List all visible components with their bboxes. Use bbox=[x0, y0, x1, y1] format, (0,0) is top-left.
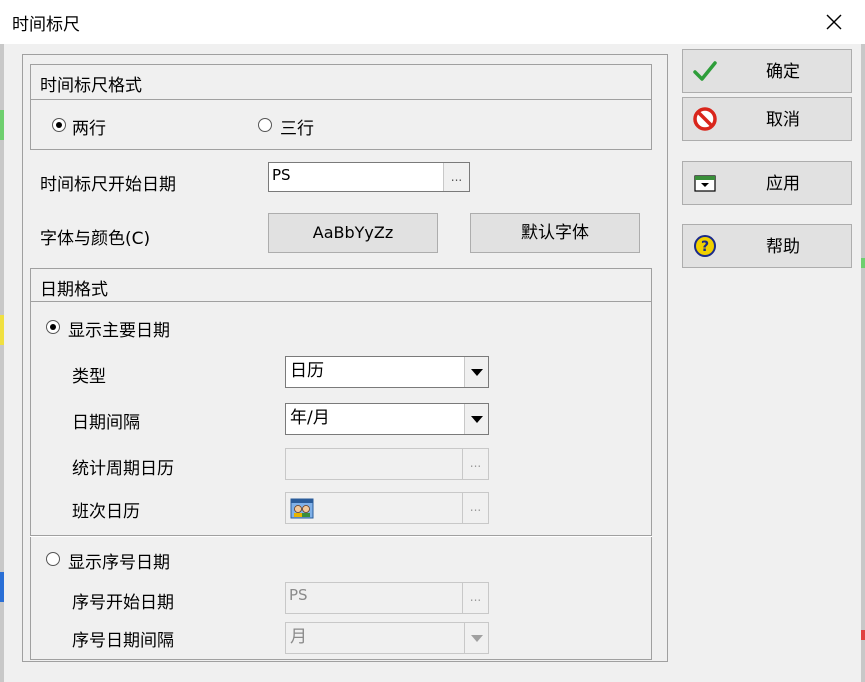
shift-calendar-label: 班次日历 bbox=[72, 502, 140, 522]
interval-combobox[interactable]: 年/月 bbox=[285, 403, 489, 435]
type-combobox[interactable]: 日历 bbox=[285, 356, 489, 388]
help-button-label: 帮助 bbox=[766, 237, 800, 257]
section-divider bbox=[30, 535, 652, 537]
default-font-button[interactable]: 默认字体 bbox=[470, 213, 640, 253]
font-color-label: 字体与颜色(C) bbox=[40, 229, 151, 249]
close-button[interactable] bbox=[812, 4, 856, 40]
window-right-edge bbox=[861, 44, 865, 682]
shift-calendar-icon bbox=[290, 498, 314, 519]
date-format-header: 日期格式 bbox=[40, 280, 108, 300]
ordinal-interval-combobox[interactable]: 月 bbox=[285, 622, 489, 654]
interval-label: 日期间隔 bbox=[72, 413, 140, 433]
stat-calendar-browse-button[interactable]: ... bbox=[462, 449, 488, 479]
stat-calendar-label: 统计周期日历 bbox=[72, 459, 174, 479]
start-date-browse-button[interactable]: ... bbox=[443, 163, 469, 191]
ok-button-label: 确定 bbox=[766, 62, 800, 82]
show-ordinal-dates-radio[interactable] bbox=[46, 552, 60, 566]
background-sliver bbox=[0, 315, 4, 345]
start-date-label: 时间标尺开始日期 bbox=[40, 175, 176, 195]
ordinal-interval-value: 月 bbox=[290, 627, 307, 647]
start-date-field[interactable]: PS ... bbox=[268, 162, 470, 192]
background-sliver bbox=[0, 572, 4, 602]
help-button[interactable]: ? 帮助 bbox=[682, 224, 852, 268]
scale-format-header: 时间标尺格式 bbox=[40, 76, 142, 96]
ordinal-interval-label: 序号日期间隔 bbox=[72, 631, 174, 651]
three-rows-label: 三行 bbox=[280, 119, 314, 139]
scale-format-group bbox=[30, 100, 652, 150]
cancel-button-label: 取消 bbox=[766, 110, 800, 130]
interval-value: 年/月 bbox=[290, 408, 330, 428]
title-bar: 时间标尺 bbox=[0, 0, 865, 44]
two-rows-label: 两行 bbox=[72, 119, 106, 139]
two-rows-radio[interactable] bbox=[52, 118, 66, 132]
close-icon bbox=[826, 14, 842, 30]
window-title: 时间标尺 bbox=[12, 15, 80, 35]
ordinal-interval-dropdown-button[interactable] bbox=[464, 623, 488, 653]
type-value: 日历 bbox=[290, 361, 324, 381]
background-sliver bbox=[0, 110, 4, 140]
type-dropdown-button[interactable] bbox=[464, 357, 488, 387]
shift-calendar-browse-button[interactable]: ... bbox=[462, 493, 488, 523]
cancel-button[interactable]: 取消 bbox=[682, 97, 852, 141]
ok-button[interactable]: 确定 bbox=[682, 49, 852, 93]
chevron-down-icon bbox=[470, 368, 483, 376]
chevron-down-icon bbox=[470, 634, 483, 642]
shift-calendar-field[interactable]: ... bbox=[285, 492, 489, 524]
type-label: 类型 bbox=[72, 367, 106, 387]
start-date-value: PS bbox=[272, 166, 291, 184]
show-major-dates-radio[interactable] bbox=[46, 320, 60, 334]
interval-dropdown-button[interactable] bbox=[464, 404, 488, 434]
three-rows-radio[interactable] bbox=[258, 118, 272, 132]
show-ordinal-dates-label: 显示序号日期 bbox=[68, 553, 170, 573]
background-sliver bbox=[861, 630, 865, 640]
stat-calendar-field[interactable]: ... bbox=[285, 448, 489, 480]
ordinal-start-field[interactable]: PS ... bbox=[285, 582, 489, 614]
show-major-dates-label: 显示主要日期 bbox=[68, 321, 170, 341]
apply-button-label: 应用 bbox=[766, 174, 800, 194]
ordinal-start-label: 序号开始日期 bbox=[72, 593, 174, 613]
ordinal-start-value: PS bbox=[289, 586, 308, 604]
background-sliver bbox=[861, 258, 865, 268]
apply-button[interactable]: 应用 bbox=[682, 161, 852, 205]
font-sample-button[interactable]: AaBbYyZz bbox=[268, 213, 438, 253]
date-format-header-frame bbox=[30, 268, 652, 302]
chevron-down-icon bbox=[470, 415, 483, 423]
ordinal-start-browse-button[interactable]: ... bbox=[462, 583, 488, 613]
